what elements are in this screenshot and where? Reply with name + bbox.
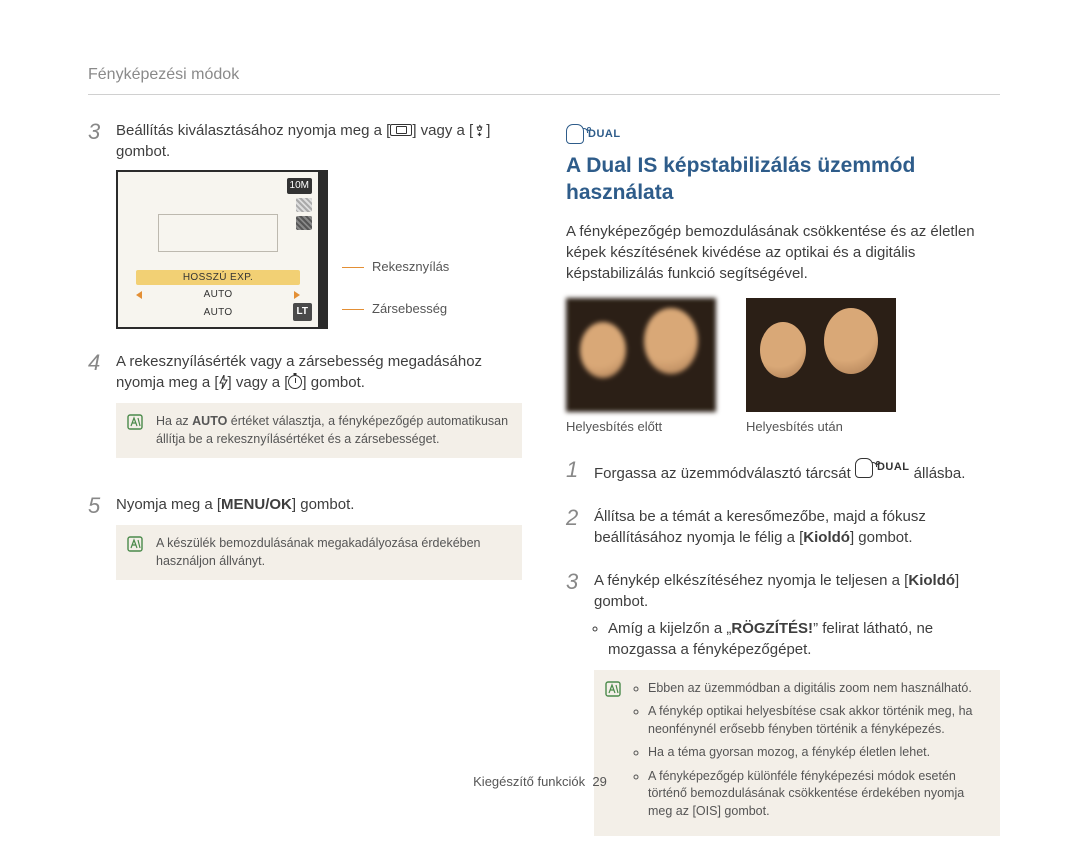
arrow-right-icon <box>294 291 300 299</box>
sub-bullet: Amíg a kijelzőn a „RÖGZÍTÉS!” felirat lá… <box>608 618 1000 660</box>
callout-leaders: Rekesznyílás Zársebesség <box>342 170 449 318</box>
quality-icon-2 <box>296 216 312 230</box>
display-icon <box>390 124 412 136</box>
r-step-1: 1 Forgassa az üzemmódválasztó tárcsát DU… <box>566 458 1000 488</box>
note-icon <box>126 413 144 431</box>
text: ] gombot. <box>302 374 365 391</box>
text: ] gombot. <box>850 529 913 546</box>
sub-bullets: Amíg a kijelzőn a „RÖGZÍTÉS!” felirat lá… <box>594 618 1000 660</box>
after-image: Helyesbítés után <box>746 298 896 436</box>
dual-label: DUAL <box>877 460 910 475</box>
note-item: Ha a téma gyorsan mozog, a fénykép életl… <box>648 744 988 762</box>
step-4: 4 A rekesznyílásérték vagy a zársebesség… <box>88 351 522 476</box>
intro-text: A fényképezőgép bemozdulásának csökkenté… <box>566 221 1000 284</box>
aperture-value: AUTO <box>204 288 233 302</box>
mode-label: HOSSZÚ EXP. <box>136 270 300 285</box>
left-steps: 3 Beállítás kiválasztásához nyomja meg a… <box>88 120 522 598</box>
flash-icon <box>219 375 228 389</box>
shutter-row: AUTO <box>136 305 300 321</box>
quality-icon <box>296 198 312 212</box>
shutter-key: Kioldó <box>803 529 850 546</box>
note-icon <box>126 535 144 553</box>
right-steps: 1 Forgassa az üzemmódválasztó tárcsát DU… <box>566 458 1000 854</box>
text: ] gombot. <box>292 496 355 513</box>
page-number: 29 <box>592 774 606 789</box>
dual-mode-icon-inline: DUAL <box>855 458 910 478</box>
lcd-screen: 10M HOSSZÚ EXP. AUTO <box>116 170 328 329</box>
step-3: 3 Beállítás kiválasztásához nyomja meg a… <box>88 120 522 333</box>
shutter-key: Kioldó <box>908 572 955 589</box>
step-4-text: A rekesznyílásérték vagy a zársebesség m… <box>116 351 522 393</box>
thumb-after <box>746 298 896 412</box>
r-step-3: 3 A fénykép elkészítéséhez nyomja le tel… <box>566 570 1000 854</box>
text: Nyomja meg a [ <box>116 496 221 513</box>
before-image: Helyesbítés előtt <box>566 298 716 436</box>
right-column: DUAL A Dual IS képstabilizálás üzemmód h… <box>566 120 1000 745</box>
leader-aperture: Rekesznyílás <box>342 258 449 276</box>
comparison-images: Helyesbítés előtt Helyesbítés után <box>566 298 1000 436</box>
step-3-text: Beállítás kiválasztásához nyomja meg a [… <box>116 120 522 162</box>
text: ] vagy a [ <box>412 122 473 139</box>
note-auto: Ha az AUTO értéket választja, a fényképe… <box>116 403 522 458</box>
step-5-text: Nyomja meg a [MENU/OK] gombot. <box>116 494 522 515</box>
timer-icon <box>288 375 302 389</box>
divider <box>88 94 1000 95</box>
dual-mode-icon: DUAL <box>566 124 621 144</box>
footer-label: Kiegészítő funkciók <box>473 774 585 789</box>
macro-icon <box>473 124 486 137</box>
menu-ok-label: MENU/OK <box>221 496 292 513</box>
left-column: 3 Beállítás kiválasztásához nyomja meg a… <box>88 120 522 745</box>
step-5: 5 Nyomja meg a [MENU/OK] gombot. A készü… <box>88 494 522 598</box>
text: Beállítás kiválasztásához nyomja meg a [ <box>116 122 390 139</box>
lt-badge: LT <box>293 303 312 321</box>
text: állásba. <box>910 465 966 482</box>
text-bold: AUTO <box>192 414 227 428</box>
r-step-3-text: A fénykép elkészítéséhez nyomja le telje… <box>594 570 1000 612</box>
note-text: A készülék bemozdulásának megakadályozás… <box>156 536 481 568</box>
capturing-label: RÖGZÍTÉS! <box>731 620 813 637</box>
heading-text: A Dual IS képstabilizálás üzemmód haszná… <box>566 152 1000 207</box>
resolution-badge: 10M <box>287 178 312 194</box>
text: Forgassa az üzemmódválasztó tárcsát <box>594 465 855 482</box>
note-tripod: A készülék bemozdulásának megakadályozás… <box>116 525 522 580</box>
breadcrumb: Fényképezési módok <box>88 64 239 86</box>
r-step-2: 2 Állítsa be a témát a keresőmezőbe, maj… <box>566 506 1000 552</box>
note-dual-is: Ebben az üzemmódban a digitális zoom nem… <box>594 670 1000 837</box>
two-column-layout: 3 Beállítás kiválasztásához nyomja meg a… <box>88 120 1000 745</box>
text: Ha az <box>156 414 192 428</box>
note-icon <box>604 680 622 698</box>
step-number: 1 <box>566 458 584 488</box>
arrow-left-icon <box>136 291 142 299</box>
text: ] vagy a [ <box>228 374 289 391</box>
hand-icon <box>566 124 584 144</box>
note-item: Ebben az üzemmódban a digitális zoom nem… <box>648 680 988 698</box>
after-label: Helyesbítés után <box>746 418 896 436</box>
leader-shutter: Zársebesség <box>342 300 449 318</box>
text: A fénykép elkészítéséhez nyomja le telje… <box>594 572 908 589</box>
hand-icon <box>855 458 873 478</box>
shutter-value: AUTO <box>204 306 233 320</box>
aperture-row: AUTO <box>136 287 300 303</box>
r-step-2-text: Állítsa be a témát a keresőmezőbe, majd … <box>594 506 1000 548</box>
section-heading: DUAL A Dual IS képstabilizálás üzemmód h… <box>566 124 1000 207</box>
lcd-illustration: 10M HOSSZÚ EXP. AUTO <box>116 170 522 329</box>
before-label: Helyesbítés előtt <box>566 418 716 436</box>
dual-label: DUAL <box>588 127 621 141</box>
thumb-before <box>566 298 716 412</box>
text: Amíg a kijelzőn a „ <box>608 620 731 637</box>
step-number: 3 <box>88 120 106 333</box>
step-number: 3 <box>566 570 584 854</box>
page-footer: Kiegészítő funkciók 29 <box>0 773 1080 791</box>
step-number: 4 <box>88 351 106 476</box>
step-number: 2 <box>566 506 584 552</box>
r-step-1-text: Forgassa az üzemmódválasztó tárcsát DUAL… <box>594 458 1000 484</box>
note-item: A fénykép optikai helyesbítése csak akko… <box>648 703 988 738</box>
focus-frame <box>158 214 278 252</box>
step-number: 5 <box>88 494 106 598</box>
